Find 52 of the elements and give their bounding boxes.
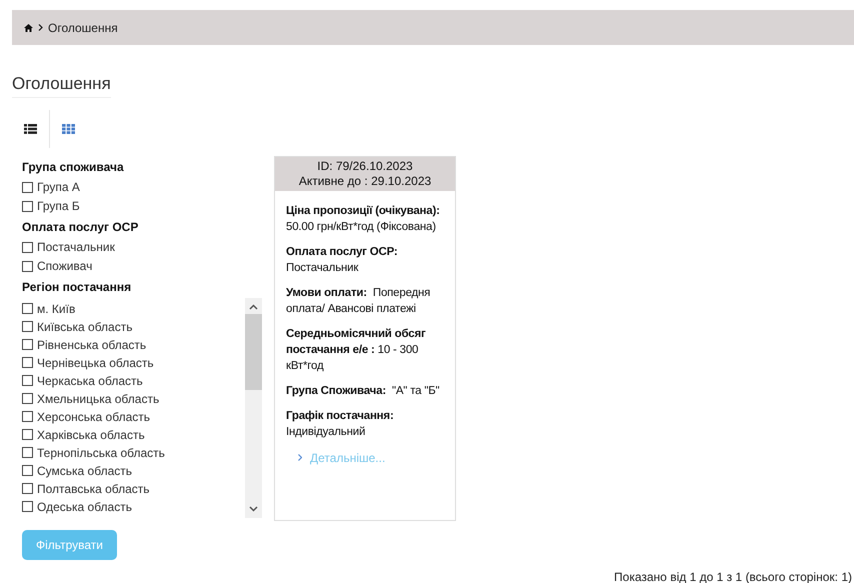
checkbox-label[interactable]: Полтавська область	[37, 480, 150, 498]
checkbox-label[interactable]: Київська область	[37, 318, 132, 336]
chevron-icon	[298, 454, 302, 461]
checkbox-label[interactable]: Херсонська область	[37, 408, 150, 426]
checkbox-label[interactable]: Рівненська область	[37, 336, 146, 354]
checkbox-label[interactable]: Постачальник	[37, 238, 115, 256]
checkbox[interactable]	[22, 411, 33, 422]
checkbox-label[interactable]: Сумська область	[37, 462, 132, 480]
scrollbar-thumb[interactable]	[245, 314, 262, 390]
offer-detail: Середньомісячний обсяг постачання е/е : 10 - 300 кВт*год	[286, 326, 427, 374]
offer-detail: Ціна пропозиції (очікувана): 50.00 грн/кВт*год (Фіксована)	[286, 204, 441, 234]
offer-detail: Оплата послуг ОСР: Постачальник	[286, 244, 399, 276]
offer-detail: Група Споживача: "А" та "Б"	[286, 384, 440, 398]
offer-detail: Умови оплати: Попередня оплата/ Авансові платежі	[286, 286, 432, 316]
checkbox-label[interactable]: м. Київ	[37, 300, 76, 318]
offer-detail: Графік постачання: Індивідуальний	[286, 408, 395, 440]
chevron-icon	[38, 24, 43, 31]
checkbox[interactable]	[22, 483, 33, 494]
checkbox[interactable]	[22, 393, 33, 404]
checkbox-label[interactable]: Споживач	[37, 257, 92, 275]
home-icon[interactable]	[24, 24, 33, 32]
filter-heading: Група споживача	[22, 158, 125, 176]
checkbox[interactable]	[22, 465, 33, 476]
list-icon	[24, 124, 37, 134]
filter-heading: Регіон постачання	[22, 278, 132, 296]
checkbox[interactable]	[22, 242, 33, 252]
checkbox-label[interactable]: Чернівецька область	[37, 354, 154, 372]
checkbox[interactable]	[22, 303, 33, 314]
checkbox[interactable]	[22, 339, 33, 350]
offer-id: ID: 79/26.10.2023	[316, 158, 414, 174]
checkbox-label[interactable]: Група А	[37, 178, 80, 196]
grid-icon	[62, 124, 75, 134]
checkbox-label[interactable]: Хмельницька область	[37, 390, 160, 408]
checkbox[interactable]	[22, 321, 33, 332]
checkbox[interactable]	[22, 182, 33, 192]
checkbox-label[interactable]: Харківська область	[37, 426, 145, 444]
checkbox[interactable]	[22, 357, 33, 368]
checkbox[interactable]	[22, 260, 33, 272]
checkbox-label[interactable]: Група Б	[37, 197, 80, 215]
checkbox[interactable]	[22, 447, 33, 458]
checkbox[interactable]	[22, 501, 33, 512]
breadcrumb-current[interactable]: Оголошення	[48, 18, 118, 36]
checkbox-label[interactable]: Тернопільська область	[37, 444, 165, 462]
active-until: Активне до : 29.10.2023	[298, 174, 432, 188]
checkbox[interactable]	[22, 429, 33, 440]
checkbox-label[interactable]: Одеська область	[37, 498, 132, 516]
page-title: Оголошення	[12, 71, 111, 98]
scrollbar[interactable]	[245, 298, 262, 518]
filter-heading: Оплата послуг ОСР	[22, 218, 140, 236]
checkbox[interactable]	[22, 200, 33, 212]
checkbox[interactable]	[22, 375, 33, 386]
checkbox-label[interactable]: Черкаська область	[37, 372, 143, 390]
